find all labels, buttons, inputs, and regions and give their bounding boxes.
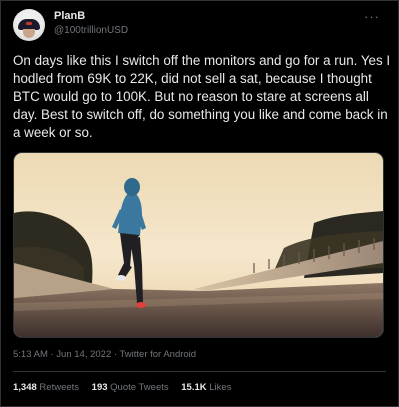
tweet-card: PlanB @100trillionUSD ··· On days like t…	[0, 0, 399, 407]
tweet-meta: 5:13 AM · Jun 14, 2022 · Twitter for And…	[13, 349, 196, 360]
tweet-source[interactable]: Twitter for Android	[120, 349, 197, 360]
retweets-label: Retweets	[39, 382, 80, 393]
author-handle[interactable]: @100trillionUSD	[54, 25, 128, 36]
more-horizontal-icon[interactable]: ···	[364, 9, 380, 24]
retweets-stat[interactable]: 1,348 Retweets	[13, 382, 79, 393]
tweet-text: On days like this I switch off the monit…	[13, 53, 391, 140]
quote-tweets-stat[interactable]: 193 Quote Tweets	[92, 382, 169, 393]
likes-label: Likes	[209, 382, 232, 393]
tweet-timestamp[interactable]: 5:13 AM · Jun 14, 2022	[13, 349, 111, 360]
tweet-stats: 1,348 Retweets 193 Quote Tweets 15.1K Li…	[13, 382, 241, 393]
author-name[interactable]: PlanB	[54, 10, 85, 22]
retweets-count: 1,348	[13, 382, 37, 393]
quote-tweets-label: Quote Tweets	[110, 382, 169, 393]
meta-separator: ·	[111, 349, 120, 360]
divider	[13, 371, 386, 372]
likes-count: 15.1K	[181, 382, 207, 393]
tweet-photo[interactable]	[13, 152, 384, 338]
avatar-face-shape	[23, 29, 35, 38]
avatar-cap-badge	[26, 22, 32, 25]
likes-stat[interactable]: 15.1K Likes	[181, 382, 231, 393]
tweet-header: PlanB @100trillionUSD ···	[13, 9, 386, 41]
quote-tweets-count: 193	[91, 382, 108, 393]
avatar[interactable]	[13, 9, 45, 41]
runner-photo	[14, 153, 383, 337]
